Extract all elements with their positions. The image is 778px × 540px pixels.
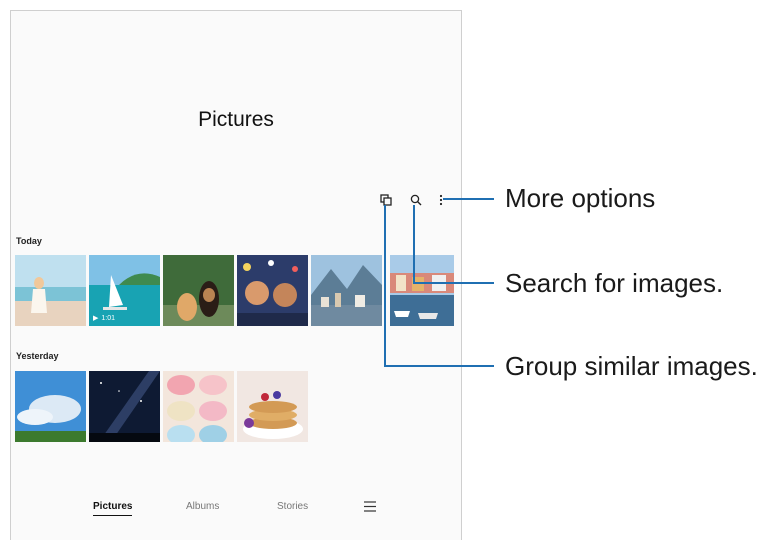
- callout-search: Search for images.: [505, 268, 724, 298]
- callout-more-options: More options: [505, 183, 656, 213]
- leader-search: [413, 205, 494, 284]
- callout-leader-lines: [384, 198, 494, 367]
- leader-group: [384, 205, 494, 367]
- callout-group: Group similar images.: [505, 351, 758, 381]
